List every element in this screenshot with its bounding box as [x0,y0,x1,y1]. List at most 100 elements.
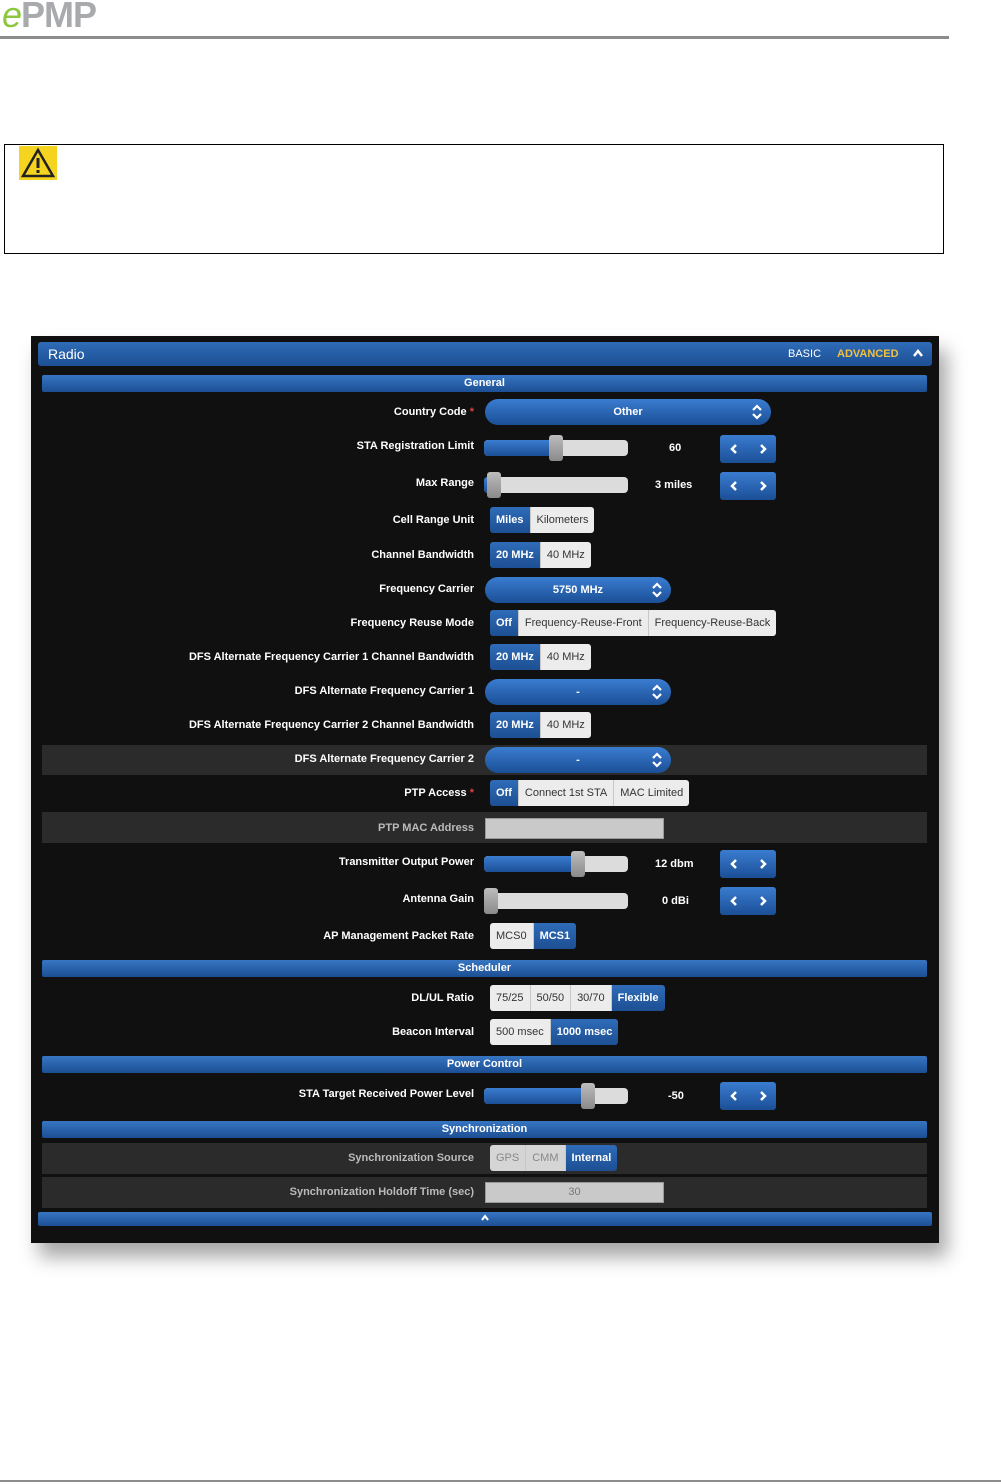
slider-knob[interactable] [487,472,502,498]
radio-panel: Radio BASIC ADVANCED General Country Cod… [31,336,939,1243]
tx-power-value: 12 dbm [655,858,694,870]
toggle-option[interactable]: 20 MHz [490,712,541,738]
dfs2-bandwidth-toggle[interactable]: 20 MHz 40 MHz [490,712,591,738]
ap-mgmt-rate-toggle[interactable]: MCS0 MCS1 [490,923,577,949]
dfs2-bandwidth-label: DFS Alternate Frequency Carrier 2 Channe… [188,719,474,731]
section-scheduler: Scheduler [42,960,927,977]
sta-target-label: STA Target Received Power Level [298,1088,474,1100]
slider-knob[interactable] [549,435,563,461]
cell-range-unit-toggle[interactable]: Miles Kilometers [490,507,595,533]
dfs1-bandwidth-toggle[interactable]: 20 MHz 40 MHz [490,644,591,670]
dfs1-carrier-select[interactable]: - [485,679,671,705]
dlul-ratio-toggle[interactable]: 75/25 50/50 30/70 Flexible [490,985,665,1011]
epmp-logo: ePMP [2,0,97,36]
chevron-left-icon[interactable] [729,481,739,491]
toggle-option[interactable]: 20 MHz [490,644,541,670]
tx-power-slider[interactable] [484,851,628,877]
channel-bandwidth-toggle[interactable]: 20 MHz 40 MHz [490,542,591,568]
sync-source-toggle[interactable]: GPS CMM Internal [490,1145,618,1171]
toggle-option[interactable]: MAC Limited [614,780,690,806]
toggle-option[interactable]: MCS1 [533,923,577,949]
toggle-option[interactable]: 20 MHz [490,542,541,568]
toggle-option[interactable]: GPS [490,1145,527,1171]
toggle-option[interactable]: Off [490,780,519,806]
frequency-carrier-select[interactable]: 5750 MHz [485,577,671,603]
chevron-right-icon[interactable] [758,859,768,869]
select-arrows-icon [652,582,662,598]
channel-bandwidth-label: Channel Bandwidth [371,549,474,561]
chevron-left-icon[interactable] [729,1091,739,1101]
select-arrows-icon [652,752,662,768]
select-arrows-icon [752,404,762,420]
chevron-right-icon[interactable] [758,1091,768,1101]
country-code-label: Country Code * [393,406,474,418]
tx-power-stepper[interactable] [720,850,776,878]
antenna-gain-slider[interactable] [484,888,628,914]
beacon-interval-toggle[interactable]: 500 msec 1000 msec [490,1019,619,1045]
sta-target-stepper[interactable] [720,1082,776,1110]
advanced-mode-link[interactable]: ADVANCED [837,348,899,360]
toggle-option[interactable]: Frequency-Reuse-Front [518,610,649,636]
dfs1-bandwidth-label: DFS Alternate Frequency Carrier 1 Channe… [188,651,474,663]
sta-limit-stepper[interactable] [720,435,776,463]
slider-knob[interactable] [570,851,585,877]
dfs2-carrier-select[interactable]: - [485,747,671,773]
toggle-option[interactable]: 500 msec [490,1019,551,1045]
select-arrows-icon [652,684,662,700]
chevron-up-icon[interactable] [480,1214,490,1222]
chevron-left-icon[interactable] [729,859,739,869]
sta-limit-slider[interactable] [484,435,628,461]
sta-target-slider[interactable] [484,1083,628,1109]
toggle-option[interactable]: Connect 1st STA [518,780,615,806]
logo-name: PMP [21,0,97,35]
antenna-gain-value: 0 dBi [662,895,689,907]
ptp-mac-field[interactable] [485,818,664,839]
toggle-option[interactable]: Flexible [611,985,665,1011]
sta-limit-value: 60 [669,442,682,454]
dfs1-carrier-label: DFS Alternate Frequency Carrier 1 [294,685,474,697]
toggle-option[interactable]: Internal [565,1145,618,1171]
beacon-interval-label: Beacon Interval [392,1026,474,1038]
chevron-left-icon[interactable] [729,444,739,454]
slider-knob[interactable] [484,888,498,914]
toggle-option[interactable]: Miles [490,507,531,533]
basic-mode-link[interactable]: BASIC [788,348,821,360]
toggle-option[interactable]: 50/50 [530,985,572,1011]
max-range-stepper[interactable] [720,472,776,500]
caution-box [4,144,944,254]
toggle-option[interactable]: 40 MHz [540,542,591,568]
toggle-option[interactable]: 40 MHz [540,644,591,670]
toggle-option[interactable]: 30/70 [571,985,612,1011]
chevron-right-icon[interactable] [758,896,768,906]
chevron-up-icon[interactable] [912,348,924,358]
sync-source-label: Synchronization Source [348,1152,474,1164]
antenna-gain-stepper[interactable] [720,887,776,915]
toggle-option[interactable]: Kilometers [530,507,595,533]
ap-mgmt-rate-label: AP Management Packet Rate [323,930,474,942]
toggle-option[interactable]: MCS0 [490,923,534,949]
max-range-label: Max Range [415,477,474,489]
tx-power-label: Transmitter Output Power [338,856,474,868]
ptp-access-toggle[interactable]: Off Connect 1st STA MAC Limited [490,780,690,806]
toggle-option[interactable]: Frequency-Reuse-Back [648,610,777,636]
chevron-right-icon[interactable] [758,444,768,454]
country-code-select[interactable]: Other [485,399,771,425]
ptp-mac-label: PTP MAC Address [378,822,474,834]
max-range-slider[interactable] [484,472,628,498]
chevron-left-icon[interactable] [729,896,739,906]
sync-holdoff-field[interactable]: 30 [485,1182,664,1203]
panel-title: Radio [48,346,85,362]
dfs2-carrier-label: DFS Alternate Frequency Carrier 2 [294,753,474,765]
chevron-right-icon[interactable] [758,481,768,491]
toggle-option[interactable]: 75/25 [490,985,531,1011]
toggle-option[interactable]: 40 MHz [540,712,591,738]
section-synchronization: Synchronization [42,1121,927,1138]
ptp-access-label: PTP Access * [404,787,474,799]
toggle-option[interactable]: 1000 msec [550,1019,619,1045]
toggle-option[interactable]: Off [490,610,519,636]
panel-collapse-bar[interactable] [38,1212,932,1226]
sync-holdoff-label: Synchronization Holdoff Time (sec) [289,1186,474,1198]
slider-knob[interactable] [580,1083,595,1109]
frequency-reuse-toggle[interactable]: Off Frequency-Reuse-Front Frequency-Reuse-… [490,610,777,636]
toggle-option[interactable]: CMM [526,1145,566,1171]
